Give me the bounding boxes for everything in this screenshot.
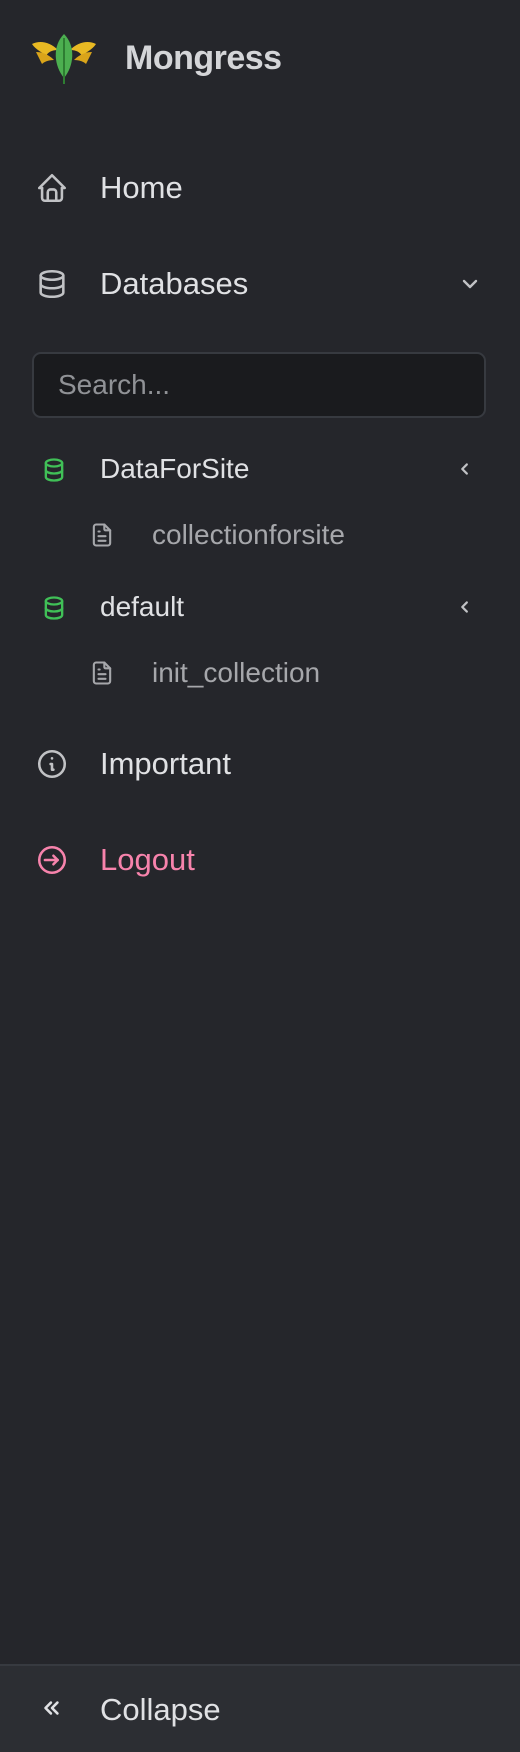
nav-item-logout[interactable]: Logout [0,824,520,896]
search-input[interactable] [32,352,486,418]
nav-label-logout: Logout [100,842,195,877]
database-name: DataForSite [100,453,250,484]
mongress-logo-icon [32,34,96,84]
brand[interactable]: Mongress [30,30,282,86]
collapse-label: Collapse [100,1692,221,1727]
home-icon [34,170,70,206]
nav-item-home[interactable]: Home [0,152,520,224]
chevron-left-icon[interactable] [454,596,476,618]
collection-name: init_collection [152,657,321,688]
nav-label-important: Important [100,746,231,781]
chevrons-left-icon [34,1690,70,1726]
collection-item-init-collection[interactable]: init_collection [0,645,520,701]
nav-label-databases: Databases [100,266,249,301]
logout-icon [34,842,70,878]
database-icon [34,266,70,302]
database-item-dataforsite[interactable]: DataForSite [0,442,520,498]
collection-name: collectionforsite [152,519,345,550]
database-icon [44,596,64,620]
file-icon [92,661,112,685]
chevron-down-icon[interactable] [458,272,482,296]
file-icon [92,523,112,547]
collapse-button[interactable]: Collapse [0,1664,520,1752]
nav-label-home: Home [100,170,183,205]
info-icon [34,746,70,782]
sidebar: Mongress Home Databases Search... DataFo… [0,0,520,1752]
chevron-left-icon[interactable] [454,458,476,480]
brand-name: Mongress [125,39,282,77]
collection-item-collectionforsite[interactable]: collectionforsite [0,507,520,563]
nav-item-databases[interactable]: Databases [0,248,520,320]
database-item-default[interactable]: default [0,580,520,636]
database-name: default [100,591,185,622]
database-icon [44,458,64,482]
nav-item-important[interactable]: Important [0,728,520,800]
